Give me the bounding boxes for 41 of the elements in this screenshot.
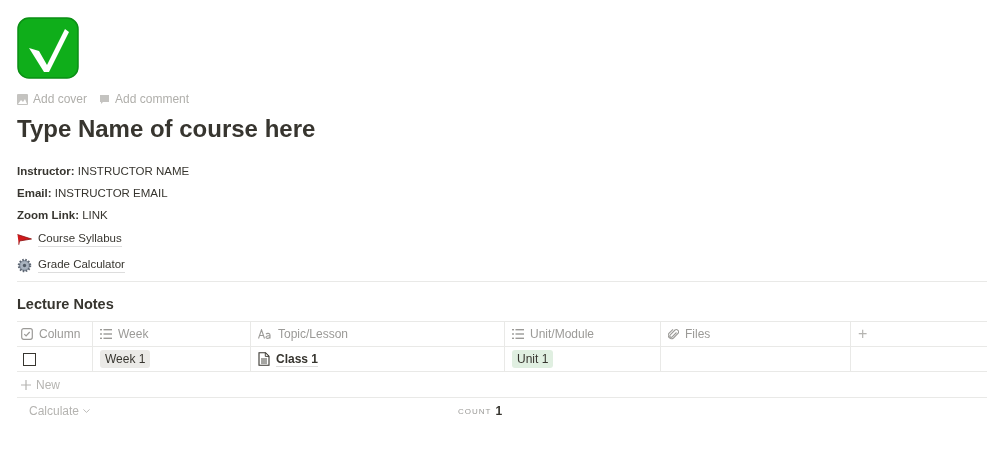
new-row-button[interactable]: New <box>17 372 987 398</box>
column-label: Column <box>39 327 81 341</box>
column-label: Topic/Lesson <box>278 327 349 341</box>
check-mark-icon[interactable] <box>17 17 79 79</box>
gear-icon <box>17 257 32 273</box>
tag: Week 1 <box>100 350 151 368</box>
calculate-menu[interactable]: Calculate <box>29 404 91 418</box>
tag: Unit 1 <box>512 350 554 368</box>
page-link[interactable]: Grade Calculator <box>38 257 125 273</box>
property-line: Email: INSTRUCTOR EMAIL <box>17 186 169 200</box>
column-header[interactable]: Topic/Lesson <box>251 322 505 347</box>
image-icon <box>17 93 28 105</box>
list-icon <box>100 329 112 339</box>
add-comment-button[interactable]: Add comment <box>99 92 190 106</box>
add-column-button[interactable]: + <box>858 326 868 342</box>
page-link[interactable]: Course Syllabus <box>38 231 122 247</box>
column-header[interactable]: Week <box>93 322 251 347</box>
plus-icon <box>21 379 31 390</box>
count-value: 1 <box>495 404 503 418</box>
checkbox[interactable] <box>23 352 36 366</box>
list-icon <box>512 329 524 339</box>
database-title: Lecture Notes <box>17 296 115 312</box>
column-header[interactable]: Unit/Module <box>505 322 661 347</box>
property-line: Instructor: INSTRUCTOR NAME <box>17 164 191 178</box>
flag-icon <box>17 233 32 245</box>
comment-icon <box>99 93 111 105</box>
checkbox-icon <box>21 328 33 340</box>
page-title[interactable]: Type Name of course here <box>17 114 1005 144</box>
column-label: Files <box>685 327 711 341</box>
page-link[interactable]: Class 1 <box>276 351 319 367</box>
property-line: Zoom Link: LINK <box>17 208 109 222</box>
chevron-down-icon <box>83 409 91 413</box>
column-header[interactable]: Column <box>17 322 93 347</box>
text-type-icon <box>258 329 272 339</box>
add-cover-button[interactable]: Add cover <box>17 92 88 106</box>
page-icon <box>258 352 270 366</box>
column-label: Week <box>118 327 149 341</box>
column-header[interactable]: Files <box>661 322 851 347</box>
count-label: COUNT <box>458 406 492 416</box>
paperclip-icon <box>668 328 679 340</box>
column-label: Unit/Module <box>530 327 595 341</box>
